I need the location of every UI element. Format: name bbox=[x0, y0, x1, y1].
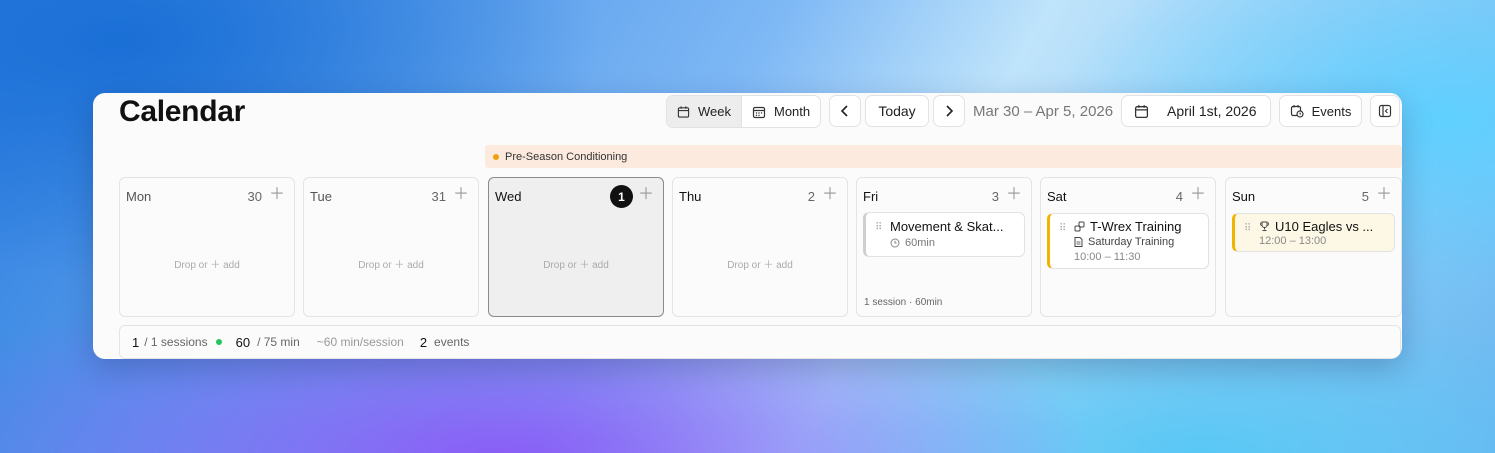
today-button[interactable]: Today bbox=[865, 95, 929, 127]
drag-handle-icon[interactable]: ⠿ bbox=[1059, 223, 1066, 234]
session-title: T-Wrex Training bbox=[1074, 219, 1182, 234]
event-time: 12:00 – 13:00 bbox=[1259, 235, 1327, 247]
session-time: 10:00 – 11:30 bbox=[1074, 251, 1141, 263]
page-title: Calendar bbox=[119, 95, 245, 128]
clock-icon bbox=[890, 238, 900, 248]
drag-handle-icon[interactable]: ⠿ bbox=[875, 222, 882, 233]
empty-hint: Drop or ＋ add bbox=[543, 260, 609, 271]
add-icon[interactable]: ＋ bbox=[638, 187, 654, 203]
calendar-window: Calendar Week Month Today Mar 30 – Apr 5… bbox=[93, 93, 1402, 359]
day-number: 31 bbox=[431, 189, 446, 204]
month-label: Month bbox=[774, 104, 811, 119]
week-view-button[interactable]: Week bbox=[667, 96, 742, 127]
day-number: 5 bbox=[1361, 189, 1369, 204]
add-icon[interactable]: ＋ bbox=[453, 187, 469, 203]
empty-hint: Drop or ＋ add bbox=[174, 260, 240, 271]
add-icon[interactable]: ＋ bbox=[1190, 187, 1206, 203]
day-column-sat[interactable]: Sat 4 ＋ ⠿ T-Wrex Training Saturday Train… bbox=[1040, 177, 1216, 317]
pre-season-banner[interactable]: Pre-Season Conditioning bbox=[485, 145, 1402, 168]
drag-handle-icon[interactable]: ⠿ bbox=[1244, 223, 1251, 234]
calendar-icon bbox=[1134, 104, 1149, 118]
status-dot bbox=[215, 339, 222, 345]
average-per-session: ~60 min/session bbox=[316, 335, 404, 349]
calendar-grid-icon bbox=[752, 106, 766, 118]
calendar-icon bbox=[677, 105, 690, 118]
session-duration: 60min bbox=[890, 237, 935, 249]
session-card[interactable]: ⠿ Movement & Skat... 60min bbox=[863, 212, 1025, 257]
minutes-total: / 75 min bbox=[257, 335, 300, 349]
calendar-clock-icon bbox=[1290, 105, 1304, 118]
day-column-tue[interactable]: Tue 31 ＋ Drop or ＋ add bbox=[303, 177, 479, 317]
trophy-icon bbox=[1260, 221, 1269, 231]
date-picker-button[interactable]: April 1st, 2026 bbox=[1121, 95, 1271, 127]
day-column-fri[interactable]: Fri 3 ＋ ⠿ Movement & Skat... 60min 1 ses… bbox=[856, 177, 1032, 317]
events-count-label: events bbox=[434, 335, 470, 349]
prev-week-button[interactable] bbox=[829, 95, 861, 127]
document-icon bbox=[1074, 237, 1083, 247]
next-week-button[interactable] bbox=[933, 95, 965, 127]
banner-dot bbox=[493, 153, 499, 160]
day-summary: 1 session · 60min bbox=[864, 297, 943, 308]
today-number-badge: 1 bbox=[610, 185, 633, 208]
banner-label: Pre-Season Conditioning bbox=[505, 150, 628, 163]
add-icon[interactable]: ＋ bbox=[822, 187, 838, 203]
day-column-mon[interactable]: Mon 30 ＋ Drop or ＋ add bbox=[119, 177, 295, 317]
empty-hint: Drop or ＋ add bbox=[727, 260, 793, 271]
chevron-right-icon bbox=[946, 105, 954, 117]
day-column-sun[interactable]: Sun 5 ＋ ⠿ U10 Eagles vs ... 12:00 – 13:0… bbox=[1225, 177, 1402, 317]
day-name: Mon bbox=[126, 189, 152, 204]
day-name: Wed bbox=[495, 189, 522, 204]
month-view-button[interactable]: Month bbox=[742, 96, 820, 127]
sessions-total: / 1 sessions bbox=[144, 335, 208, 349]
day-number: 30 bbox=[247, 189, 262, 204]
add-icon[interactable]: ＋ bbox=[1006, 187, 1022, 203]
sessions-done: 1 bbox=[132, 334, 140, 350]
day-number: 4 bbox=[1175, 189, 1183, 204]
view-switcher: Week Month bbox=[666, 95, 821, 128]
day-name: Thu bbox=[679, 189, 702, 204]
link-icon bbox=[1074, 221, 1085, 232]
day-name: Fri bbox=[863, 189, 879, 204]
add-icon[interactable]: ＋ bbox=[1376, 187, 1392, 203]
add-icon[interactable]: ＋ bbox=[269, 187, 285, 203]
day-name: Tue bbox=[310, 189, 332, 204]
sidebar-toggle-icon bbox=[1378, 104, 1392, 118]
day-column-wed[interactable]: Wed 1 ＋ Drop or ＋ add bbox=[488, 177, 664, 317]
events-button[interactable]: Events bbox=[1279, 95, 1362, 127]
events-label: Events bbox=[1311, 103, 1352, 119]
day-name: Sun bbox=[1232, 189, 1256, 204]
event-title: U10 Eagles vs ... bbox=[1259, 219, 1373, 234]
sidebar-toggle-button[interactable] bbox=[1370, 95, 1400, 127]
session-card[interactable]: ⠿ T-Wrex Training Saturday Training 10:0… bbox=[1047, 213, 1209, 269]
minutes-done: 60 bbox=[235, 334, 251, 350]
week-label: Week bbox=[698, 104, 731, 119]
session-subtitle: Saturday Training bbox=[1074, 236, 1174, 248]
day-name: Sat bbox=[1047, 189, 1067, 204]
day-number: 2 bbox=[807, 189, 815, 204]
session-title: Movement & Skat... bbox=[890, 219, 1004, 234]
day-column-thu[interactable]: Thu 2 ＋ Drop or ＋ add bbox=[672, 177, 848, 317]
chevron-left-icon bbox=[840, 105, 848, 117]
events-count: 2 bbox=[419, 334, 428, 350]
event-card[interactable]: ⠿ U10 Eagles vs ... 12:00 – 13:00 bbox=[1232, 213, 1395, 252]
empty-hint: Drop or ＋ add bbox=[358, 260, 424, 271]
week-summary-bar: 1 / 1 sessions 60 / 75 min ~60 min/sessi… bbox=[119, 325, 1401, 359]
day-number: 3 bbox=[991, 189, 999, 204]
date-picker-label: April 1st, 2026 bbox=[1167, 103, 1257, 119]
date-range: Mar 30 – Apr 5, 2026 bbox=[973, 103, 1114, 120]
